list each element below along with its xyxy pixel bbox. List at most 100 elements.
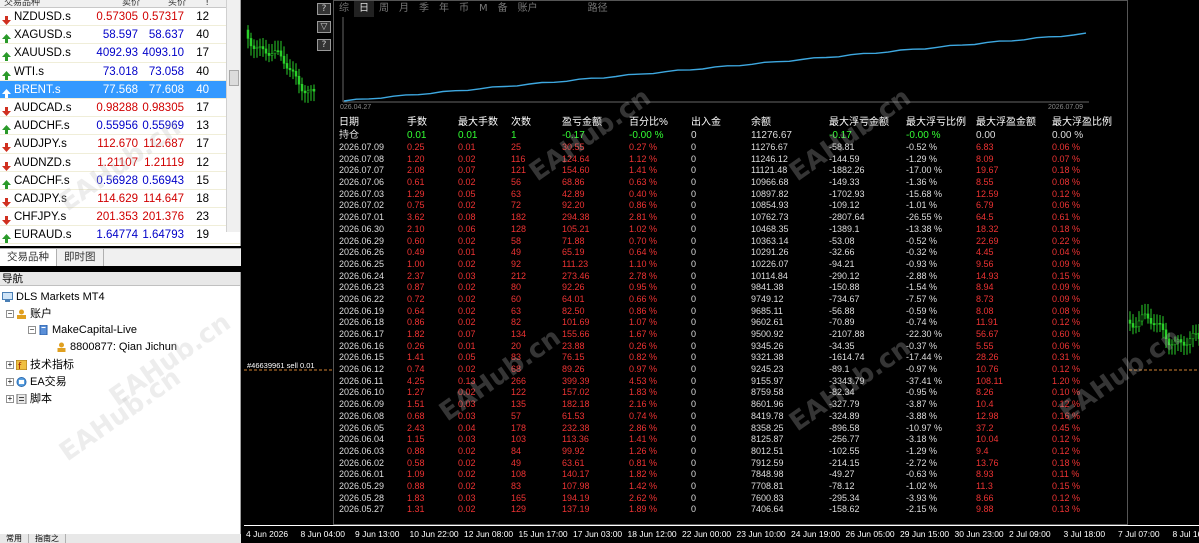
table-cell: 4.53 % [629, 375, 658, 386]
market-watch-row[interactable]: CADCHF.s 0.56928 0.56943 15 [0, 172, 240, 190]
table-cell: 9155.97 [751, 375, 784, 386]
column-ask[interactable]: 买价 [140, 0, 186, 7]
report-tab[interactable]: 周 [374, 1, 394, 17]
report-tab[interactable]: 路径 [583, 1, 613, 17]
table-cell: 0 [691, 352, 697, 363]
market-watch-row[interactable]: BRENT.s 77.568 77.608 40 [0, 80, 240, 99]
ask-price: 0.98305 [142, 101, 184, 114]
candle-body [1164, 329, 1168, 340]
report-tab[interactable]: 日 [354, 1, 374, 17]
market-watch-tabs: 交易品种 即时图 [0, 248, 241, 266]
table-cell: 25 [511, 142, 522, 152]
table-cell: 10114.84 [751, 270, 788, 281]
market-watch-row[interactable]: XAGUSD.s 58.597 58.637 40 [0, 26, 240, 45]
market-watch-row[interactable]: AUDJPY.s 112.670 112.687 17 [0, 135, 240, 154]
report-tab[interactable]: 年 [434, 1, 454, 17]
report-tab[interactable] [543, 1, 583, 17]
nav-server[interactable]: − MakeCapital-Live [28, 323, 137, 337]
expand-icon[interactable]: + [6, 395, 14, 404]
column-symbol[interactable]: 交易品种 [0, 0, 94, 7]
table-cell: 0.72 [407, 293, 425, 304]
table-cell: 0.26 [407, 340, 425, 351]
table-cell: 0.03 [458, 399, 476, 410]
table-cell: 92.26 [562, 282, 585, 293]
table-cell: 0.95 % [629, 282, 658, 293]
market-watch-row[interactable]: AUDNZD.s 1.21107 1.21119 12 [0, 154, 240, 172]
table-cell: 121 [511, 165, 527, 176]
holding-cell: -0.17 [562, 130, 585, 141]
scrollbar-thumb[interactable] [229, 70, 239, 86]
nav-indicators[interactable]: + f 技术指标 [6, 358, 74, 372]
symbol-name: WTI.s [0, 63, 94, 80]
market-watch-row[interactable]: WTI.s 73.018 73.058 40 [0, 63, 240, 81]
holding-cell: -0.00 % [906, 130, 941, 141]
table-cell: 49 [511, 247, 522, 258]
table-cell: 2026.07.09 [339, 142, 385, 152]
filter-button[interactable]: ▽ [317, 21, 331, 33]
nav-broker[interactable]: DLS Markets MT4 [2, 290, 105, 304]
table-cell: 0.45 % [1052, 422, 1081, 433]
collapse-icon[interactable]: − [6, 310, 14, 319]
info-button[interactable]: ? [317, 39, 331, 51]
nav-experts[interactable]: + EA交易 [6, 375, 67, 389]
market-watch-row[interactable]: CADJPY.s 114.629 114.647 18 [0, 190, 240, 209]
table-cell: 0.02 [458, 177, 476, 188]
symbol-name: EURAUD.s [0, 226, 94, 244]
nav-account[interactable]: 8800877: Qian Jichun [56, 340, 177, 354]
market-watch-scrollbar[interactable] [226, 0, 240, 232]
column-bid[interactable]: 卖价 [94, 0, 140, 7]
symbol-label: XAUUSD.s [14, 47, 71, 60]
report-tab[interactable]: 月 [394, 1, 414, 17]
tab-symbols[interactable]: 交易品种 [0, 249, 57, 266]
table-cell: -2107.88 [829, 329, 865, 339]
expand-icon[interactable]: + [6, 378, 14, 387]
ask-price: 0.57317 [142, 11, 184, 23]
report-tab[interactable]: 账户 [513, 1, 543, 17]
tab-tick-chart[interactable]: 即时图 [57, 249, 104, 266]
table-cell: 0 [691, 317, 697, 328]
nav-accounts[interactable]: − 账户 [6, 307, 52, 321]
column-spread[interactable]: ! [186, 0, 212, 7]
table-cell: 0.16 % [1052, 410, 1081, 421]
market-watch-row[interactable]: AUDCHF.s 0.55956 0.55969 13 [0, 117, 240, 136]
report-tab[interactable]: 备 [493, 1, 513, 17]
report-tab[interactable]: 综 [334, 1, 354, 17]
nav-server-label: MakeCapital-Live [52, 324, 137, 336]
navigator-panel: 导航 DLS Markets MT4 − 账户 − MakeCapital-Live… [0, 272, 241, 534]
table-cell: 2.16 % [629, 399, 658, 410]
holding-cell: 1 [511, 130, 517, 141]
table-cell: 0.86 [407, 317, 425, 328]
report-tab[interactable]: M [474, 1, 493, 17]
market-watch-row[interactable]: CHFJPY.s 201.353 201.376 23 [0, 208, 240, 227]
report-tab[interactable]: 季 [414, 1, 434, 17]
table-cell: -32.66 [829, 247, 855, 258]
tab-common[interactable]: 常用 [0, 534, 29, 543]
nav-scripts[interactable]: + 脚本 [6, 392, 52, 406]
order-price-label: #46639961 sell 0.01 [247, 361, 315, 370]
market-watch-row[interactable]: NZDUSD.s 0.57305 0.57317 12 [0, 8, 240, 27]
tab-favorites[interactable]: 指南之 [29, 534, 66, 543]
market-watch-row[interactable]: EURAUD.s 1.64774 1.64793 19 [0, 226, 240, 245]
table-cell: 0.88 [407, 445, 425, 456]
candle-body [300, 83, 304, 92]
equity-curve [342, 17, 1089, 103]
collapse-icon[interactable]: − [28, 326, 36, 335]
accounts-icon [16, 309, 27, 320]
arrow-up-icon [2, 68, 11, 80]
table-cell: 0.12 % [1052, 492, 1081, 503]
market-watch-row[interactable]: XAUUSD.s 4092.93 4093.10 17 [0, 44, 240, 63]
report-tab[interactable]: 币 [454, 1, 474, 17]
table-cell: 165 [511, 492, 527, 503]
table-cell: 0.08 % [1052, 305, 1081, 316]
table-cell: 2026.06.16 [339, 340, 385, 351]
help-button[interactable]: ? [317, 3, 331, 15]
table-cell: 2026.06.02 [339, 457, 385, 468]
table-cell: 0.03 [458, 410, 476, 421]
time-axis-label: 8 Jul 16:00 [1172, 529, 1199, 539]
table-row: 2026.07.08 1.20 0.02 116 124.64 1.12 % 0 11246.… [339, 154, 1127, 166]
table-cell: 2026.06.11 [339, 375, 384, 386]
equity-start-date: 026.04.27 [340, 104, 372, 111]
market-watch-row[interactable]: AUDCAD.s 0.98288 0.98305 17 [0, 99, 240, 118]
expand-icon[interactable]: + [6, 361, 14, 370]
mt4-window: 交易品种 卖价 买价 ! NZDUSD.s 0.57305 0.57317 12 XAG… [0, 0, 1199, 543]
